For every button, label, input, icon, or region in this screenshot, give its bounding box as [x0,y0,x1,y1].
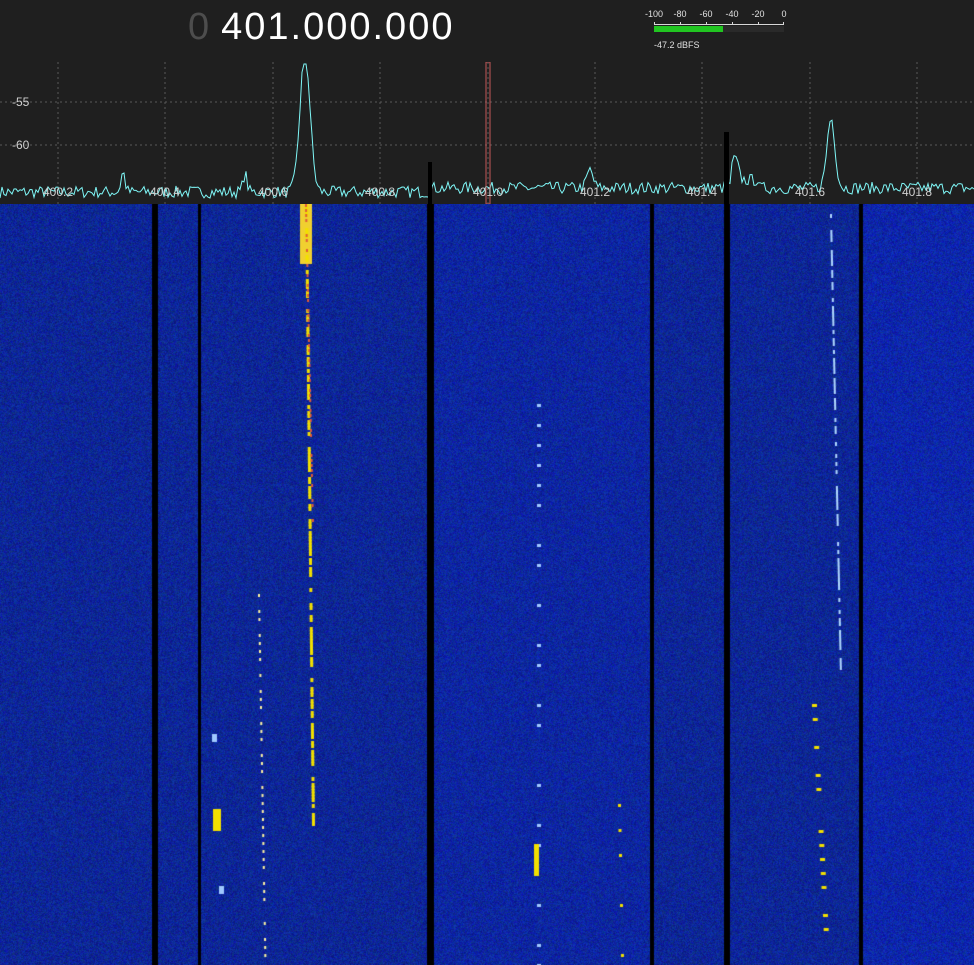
level-scale-label: 0 [781,9,787,19]
level-readout: -47.2 dBFS [654,40,700,50]
frequency-value[interactable]: 401.000.000 [221,6,454,48]
freq-axis-label: 401.0 [472,185,504,199]
spectrum-plot[interactable]: -55 -60 400.2 400.4 400.6 400.8 401.0 40… [0,62,974,204]
freq-axis-label: 401.6 [794,185,826,199]
level-bar-fill [654,26,723,32]
spectrum-trace [0,62,974,204]
signal-level-meter: -100 -80 -60 -40 -20 0 -47.2 dBFS [644,9,787,53]
freq-axis-label: 400.6 [257,185,289,199]
freq-axis-label: 400.2 [42,185,74,199]
level-scale-label: -80 [673,9,687,19]
freq-axis-label: 401.8 [901,185,933,199]
level-scale: -100 -80 -60 -40 -20 0 [644,9,787,21]
waterfall-canvas[interactable] [0,204,974,965]
frequency-lead-digit[interactable]: 0 [188,6,211,48]
level-scale-label: -60 [699,9,713,19]
freq-axis-label: 400.4 [149,185,181,199]
level-scale-label: -20 [751,9,765,19]
db-label: -60 [12,138,30,152]
freq-axis-label: 400.8 [364,185,396,199]
freq-axis-label: 401.4 [686,185,718,199]
waterfall-display[interactable] [0,204,974,965]
frequency-display[interactable]: 0 401.000.000 [188,6,454,54]
db-label: -55 [12,95,30,109]
level-scale-label: -100 [644,9,664,19]
level-axis-line [654,24,784,25]
freq-axis-label: 401.2 [579,185,611,199]
level-scale-label: -40 [725,9,739,19]
header-bar: 0 401.000.000 -100 -80 -60 -40 -20 0 -47.… [0,0,974,62]
level-bar-track [654,26,784,32]
